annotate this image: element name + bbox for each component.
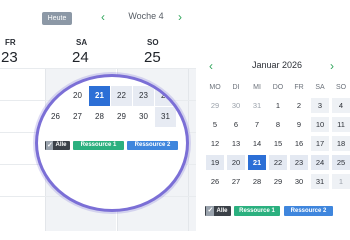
month-day-cell[interactable]: 22 [269, 155, 287, 170]
month-day-cell[interactable]: 11 [332, 117, 350, 132]
zoom-day-cell[interactable]: 24 [155, 86, 176, 106]
month-day-cell[interactable]: 16 [290, 136, 308, 151]
prev-month-icon[interactable]: ‹ [209, 59, 213, 73]
month-day-cell[interactable]: 24 [311, 155, 329, 170]
weekday-header: DI [232, 84, 240, 91]
zoom-filter-alle[interactable]: ✓ Alle [45, 141, 70, 150]
week-label: Woche 4 [128, 11, 164, 21]
filter-alle-label: Alle [216, 208, 228, 214]
weekday-header: SA [315, 84, 325, 91]
month-week-row: 12 13 14 15 16 17 18 [203, 136, 350, 151]
grid-divider [0, 68, 196, 69]
month-day-cell[interactable]: 18 [332, 136, 350, 151]
zoom-magnifier: 20 21 22 23 24 26 27 28 29 30 31 ✓ Alle R… [35, 74, 189, 212]
month-day-cell[interactable]: 23 [290, 155, 308, 170]
zoom-filter-ressource-2[interactable]: Ressource 2 [127, 141, 178, 150]
zoom-day-cell[interactable]: 22 [111, 86, 132, 106]
month-day-cell[interactable]: 27 [227, 174, 245, 189]
month-day-cell[interactable]: 26 [206, 174, 224, 189]
month-day-cell[interactable]: 15 [269, 136, 287, 151]
month-day-cell-today[interactable]: 21 [248, 155, 266, 170]
month-day-cell[interactable]: 4 [332, 98, 350, 113]
filter-alle-label: Alle [55, 142, 67, 148]
zoom-day-cell[interactable]: 27 [67, 107, 88, 127]
month-day-cell[interactable]: 28 [248, 174, 266, 189]
month-day-cell[interactable]: 1 [332, 174, 350, 189]
month-day-cell[interactable]: 6 [227, 117, 245, 132]
month-day-cell[interactable]: 5 [206, 117, 224, 132]
filter-ressource-2[interactable]: Ressource 2 [284, 206, 333, 216]
month-day-cell[interactable]: 25 [332, 155, 350, 170]
zoom-day-cell[interactable]: 20 [67, 86, 88, 106]
month-title: Januar 2026 [251, 60, 303, 70]
day-header-so: SO [147, 38, 159, 47]
next-week-icon[interactable]: › [178, 9, 182, 25]
month-day-cell[interactable]: 10 [311, 117, 329, 132]
month-day-cell[interactable]: 31 [248, 98, 266, 113]
month-week-row: 29 30 31 1 2 3 4 [203, 98, 350, 113]
day-number-so[interactable]: 25 [144, 49, 161, 66]
month-day-cell[interactable]: 3 [311, 98, 329, 113]
today-button[interactable]: Heute [42, 12, 72, 25]
month-day-cell[interactable]: 14 [248, 136, 266, 151]
zoom-filter-ressource-1[interactable]: Ressource 1 [73, 141, 124, 150]
zoom-day-cell[interactable]: 29 [111, 107, 132, 127]
month-day-cell[interactable]: 7 [248, 117, 266, 132]
weekday-header: DO [272, 84, 284, 91]
check-icon: ✓ [46, 141, 54, 150]
day-number-sa[interactable]: 24 [72, 49, 89, 66]
weekday-header: MI [253, 84, 261, 91]
month-day-cell[interactable]: 29 [206, 98, 224, 113]
month-day-cell[interactable]: 17 [311, 136, 329, 151]
day-number-fr[interactable]: 23 [1, 49, 18, 66]
month-day-cell[interactable]: 8 [269, 117, 287, 132]
zoom-week-row: 20 21 22 23 24 [38, 86, 186, 106]
weekday-header: FR [294, 84, 304, 91]
month-day-cell[interactable]: 1 [269, 98, 287, 113]
month-week-row: 26 27 28 29 30 31 1 [203, 174, 350, 189]
zoom-week-row: 26 27 28 29 30 31 [38, 107, 186, 127]
next-month-icon[interactable]: › [330, 59, 334, 73]
zoom-day-cell[interactable]: 23 [133, 86, 154, 106]
month-week-row-current: 19 20 21 22 23 24 25 [203, 155, 350, 170]
zoom-day-cell[interactable]: 31 [155, 107, 176, 127]
prev-week-icon[interactable]: ‹ [101, 9, 105, 25]
zoom-day-cell[interactable]: 28 [89, 107, 110, 127]
month-day-cell[interactable]: 31 [311, 174, 329, 189]
month-week-row: 5 6 7 8 9 10 11 [203, 117, 350, 132]
month-day-cell[interactable]: 30 [290, 174, 308, 189]
zoom-day-cell-today[interactable]: 21 [89, 86, 110, 106]
filter-ressource-1[interactable]: Ressource 1 [234, 206, 280, 216]
filter-alle[interactable]: ✓ Alle [205, 206, 231, 216]
month-day-cell[interactable]: 2 [290, 98, 308, 113]
day-header-fr: FR [5, 38, 16, 47]
month-calendar: ‹ Januar 2026 › MO DI MI DO FR SA SO 29 … [203, 54, 350, 224]
day-header-sa: SA [76, 38, 88, 47]
month-day-cell[interactable]: 20 [227, 155, 245, 170]
month-day-cell[interactable]: 13 [227, 136, 245, 151]
zoom-day-cell[interactable]: 30 [133, 107, 154, 127]
zoom-day-cell[interactable]: 26 [45, 107, 66, 127]
month-day-cell[interactable]: 9 [290, 117, 308, 132]
month-day-cell[interactable]: 29 [269, 174, 287, 189]
weekday-header: MO [209, 84, 221, 91]
weekday-header: SO [335, 84, 347, 91]
month-day-cell[interactable]: 30 [227, 98, 245, 113]
month-day-cell[interactable]: 12 [206, 136, 224, 151]
check-icon: ✓ [206, 206, 215, 216]
month-day-cell[interactable]: 19 [206, 155, 224, 170]
